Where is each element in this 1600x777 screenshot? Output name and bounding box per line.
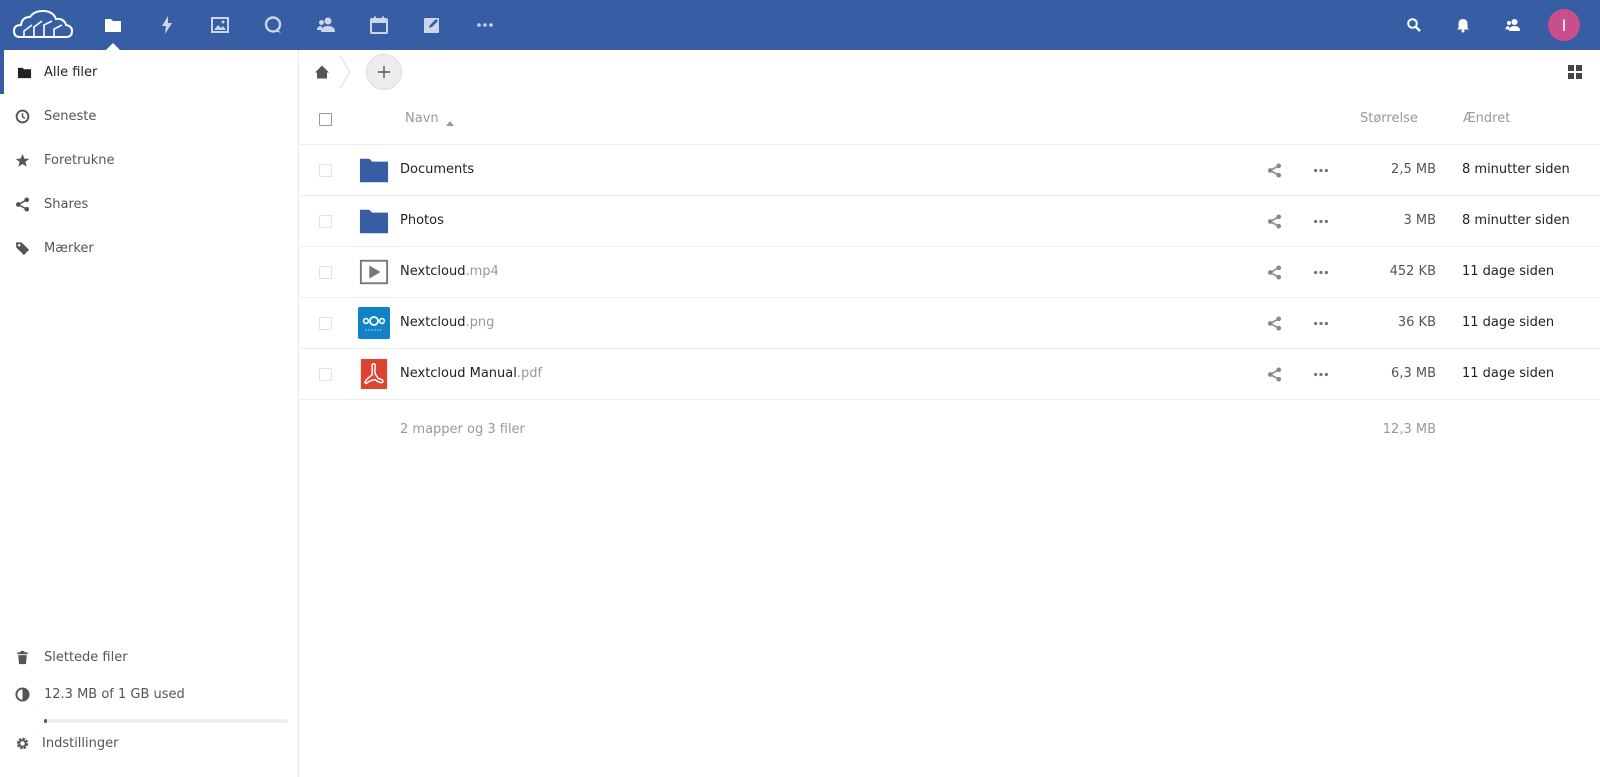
active-app-indicator <box>106 43 120 50</box>
more-actions-icon[interactable] <box>1312 366 1330 382</box>
sidebar-item-favorites[interactable]: Foretrukne <box>0 138 299 182</box>
calendar-icon[interactable] <box>366 12 392 38</box>
file-summary-size: 12,3 MB <box>1382 422 1436 437</box>
file-name[interactable]: Nextcloud Manual.pdf <box>400 366 542 381</box>
row-checkbox[interactable] <box>319 266 332 279</box>
file-size: 2,5 MB <box>1391 162 1436 177</box>
folder-icon <box>358 154 390 186</box>
trash-icon <box>13 648 31 666</box>
chat-bubble-icon[interactable] <box>260 12 286 38</box>
sidebar-item-label: Mærker <box>44 240 94 256</box>
row-checkbox[interactable] <box>319 215 332 228</box>
contacts-menu-icon[interactable] <box>1503 15 1523 35</box>
plus-icon <box>377 65 391 79</box>
sidebar-item-tags[interactable]: Mærker <box>0 226 299 270</box>
table-row[interactable]: Documents 2,5 MB 8 minutter siden <box>300 145 1600 196</box>
image-thumbnail-icon <box>358 307 390 339</box>
sidebar-item-label: Seneste <box>44 108 97 124</box>
contacts-icon[interactable] <box>313 12 339 38</box>
table-row[interactable]: Nextcloud.mp4 452 KB 11 dage siden <box>300 247 1600 298</box>
sidebar-item-label: Shares <box>44 196 89 212</box>
table-row[interactable]: Nextcloud Manual.pdf 6,3 MB 11 dage side… <box>300 349 1600 400</box>
folder-icon <box>15 63 33 81</box>
more-actions-icon[interactable] <box>1312 213 1330 229</box>
add-new-button[interactable] <box>366 54 402 90</box>
share-icon[interactable] <box>1266 315 1282 331</box>
share-icon[interactable] <box>1266 264 1282 280</box>
file-modified: 11 dage siden <box>1462 315 1555 330</box>
more-actions-icon[interactable] <box>1312 264 1330 280</box>
more-actions-icon[interactable] <box>1312 162 1330 178</box>
table-row[interactable]: Nextcloud.png 36 KB 11 dage siden <box>300 298 1600 349</box>
file-name[interactable]: Nextcloud.mp4 <box>400 264 499 279</box>
sidebar-item-label: Slettede filer <box>44 649 128 665</box>
gear-icon <box>13 734 31 752</box>
pie-chart-icon <box>13 685 31 703</box>
folder-icon[interactable] <box>100 12 126 38</box>
file-summary: 2 mapper og 3 filer <box>400 422 525 437</box>
folder-icon <box>358 205 390 237</box>
sidebar-item-all-files[interactable]: Alle filer <box>0 50 299 94</box>
image-icon[interactable] <box>207 12 233 38</box>
file-list-area: Navn Størrelse Ændret Documents 2,5 MB 8… <box>300 50 1600 777</box>
file-name[interactable]: Photos <box>400 213 444 228</box>
more-horizontal-icon[interactable] <box>472 12 498 38</box>
row-checkbox[interactable] <box>319 164 332 177</box>
column-header-name[interactable]: Navn <box>405 111 439 126</box>
bell-icon[interactable] <box>1453 15 1473 35</box>
file-size: 452 KB <box>1389 264 1436 279</box>
star-icon <box>13 151 31 169</box>
share-icon[interactable] <box>1266 213 1282 229</box>
search-icon[interactable] <box>1404 15 1424 35</box>
file-modified: 11 dage siden <box>1462 366 1555 381</box>
lightning-icon[interactable] <box>154 12 180 38</box>
sidebar-item-shares[interactable]: Shares <box>0 182 299 226</box>
file-modified: 11 dage siden <box>1462 264 1555 279</box>
grid-icon <box>1568 65 1582 79</box>
app-navigation: Alle filer Seneste Foretrukne Shares Mær… <box>0 50 299 777</box>
file-table-header: Navn Størrelse Ændret <box>300 94 1600 145</box>
grid-view-toggle[interactable] <box>1566 63 1584 81</box>
sidebar-item-recent[interactable]: Seneste <box>0 94 299 138</box>
file-name[interactable]: Nextcloud.png <box>400 315 494 330</box>
table-row[interactable]: Photos 3 MB 8 minutter siden <box>300 196 1600 247</box>
file-size: 6,3 MB <box>1391 366 1436 381</box>
nextcloud-logo-icon[interactable] <box>12 7 74 43</box>
column-header-modified[interactable]: Ændret <box>1463 111 1510 126</box>
clock-icon <box>13 107 31 125</box>
sidebar-item-label: Alle filer <box>44 64 98 80</box>
settings-label: Indstillinger <box>42 735 119 751</box>
breadcrumb <box>300 50 1600 94</box>
file-modified: 8 minutter siden <box>1462 213 1570 228</box>
pdf-file-icon <box>358 358 390 390</box>
header-bar: I <box>0 0 1600 50</box>
share-icon[interactable] <box>1266 366 1282 382</box>
share-icon[interactable] <box>1266 162 1282 178</box>
avatar[interactable]: I <box>1548 9 1580 41</box>
more-actions-icon[interactable] <box>1312 315 1330 331</box>
quota-info: 12.3 MB of 1 GB used <box>0 672 299 716</box>
file-size: 36 KB <box>1397 315 1436 330</box>
file-size: 3 MB <box>1403 213 1436 228</box>
share-icon <box>13 195 31 213</box>
column-header-size[interactable]: Størrelse <box>1360 111 1418 126</box>
row-checkbox[interactable] <box>319 317 332 330</box>
quota-label: 12.3 MB of 1 GB used <box>44 686 185 702</box>
sidebar-item-label: Foretrukne <box>44 152 115 168</box>
tag-icon <box>13 239 31 257</box>
sort-ascending-icon <box>446 121 454 126</box>
select-all-checkbox[interactable] <box>319 113 332 126</box>
edit-icon[interactable] <box>419 12 445 38</box>
video-file-icon <box>358 256 390 288</box>
row-checkbox[interactable] <box>319 368 332 381</box>
home-icon[interactable] <box>312 62 332 82</box>
breadcrumb-separator-icon <box>339 56 351 88</box>
settings-button[interactable]: Indstillinger <box>0 721 299 765</box>
file-modified: 8 minutter siden <box>1462 162 1570 177</box>
file-name[interactable]: Documents <box>400 162 474 177</box>
